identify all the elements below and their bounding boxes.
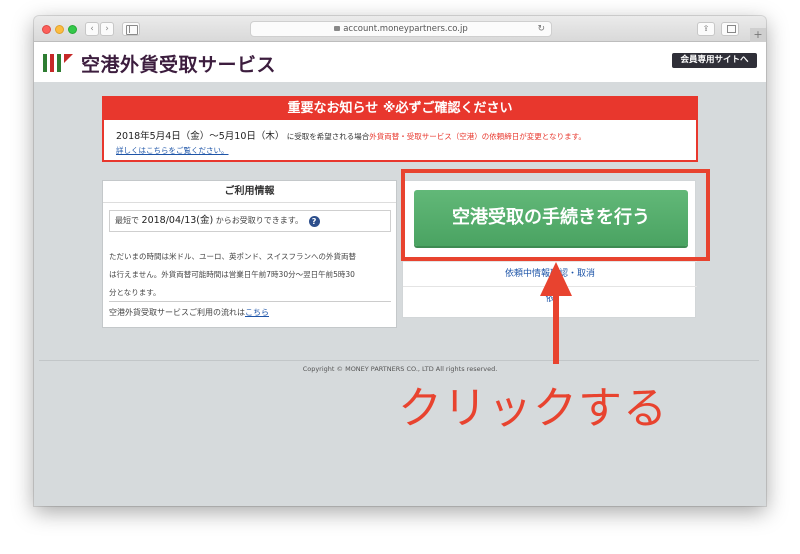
important-notice: 重要なお知らせ ※必ずご確認ください 2018年5月4日（金）〜5月10日（木）…: [102, 96, 698, 162]
service-flow-link[interactable]: こちら: [245, 308, 269, 317]
minimize-window-button[interactable]: [55, 25, 64, 34]
sidebar-toggle-button[interactable]: [122, 22, 140, 36]
earliest-suffix: からお受取りできます。: [215, 216, 303, 225]
logo-mark-icon: [43, 54, 77, 72]
annotation-arrow-up-icon: [540, 262, 572, 296]
notice-details-link[interactable]: 詳しくはこちらをご覧ください。: [116, 145, 229, 156]
service-flow-text: 空港外貨受取サービスご利用の流れは: [109, 308, 245, 317]
address-url: account.moneypartners.co.jp: [343, 24, 468, 34]
lock-icon: [334, 26, 341, 31]
service-flow-line: 空港外貨受取サービスご利用の流れはこちら: [109, 301, 391, 318]
tabs-overview-button[interactable]: [721, 22, 739, 36]
hours-line: は行えません。外貨両替可能時間は営業日午前7時30分〜翌日午前5時30: [109, 270, 355, 279]
notice-date-range: 2018年5月4日（金）〜5月10日（木）: [116, 131, 285, 142]
earliest-date: 2018/04/13(金): [141, 215, 214, 226]
notice-body: 2018年5月4日（金）〜5月10日（木） に受取を希望される場合外貨両替・受取…: [116, 128, 586, 142]
earliest-pickup-box: 最短で 2018/04/13(金) からお受取りできます。 ?: [109, 210, 391, 232]
earliest-prefix: 最短で: [115, 216, 139, 225]
site-logo[interactable]: 空港外貨受取サービス: [81, 50, 276, 77]
usage-info-title: ご利用情報: [103, 181, 396, 203]
hours-line: ただいまの時間は米ドル、ユーロ、英ポンド、スイスフランへの外貨両替: [109, 252, 356, 261]
notice-title: 重要なお知らせ ※必ずご確認ください: [104, 98, 696, 120]
back-button[interactable]: ‹: [85, 22, 99, 36]
share-icon: ⇪: [702, 24, 710, 33]
reload-icon[interactable]: ↻: [537, 22, 545, 36]
close-window-button[interactable]: [42, 25, 51, 34]
exchange-hours-text: ただいまの時間は米ドル、ユーロ、英ポンド、スイスフランへの外貨両替 は行えません…: [109, 248, 393, 302]
annotation-arrow-shaft: [553, 292, 559, 364]
member-site-button[interactable]: 会員専用サイトへ: [672, 53, 757, 68]
share-button[interactable]: ⇪: [697, 22, 715, 36]
new-tab-button[interactable]: +: [750, 28, 766, 42]
annotation-highlight-box: [401, 169, 710, 261]
zoom-window-button[interactable]: [68, 25, 77, 34]
browser-toolbar: ‹ › account.moneypartners.co.jp ↻ ⇪ +: [34, 16, 766, 42]
chevron-left-icon: ‹: [90, 24, 94, 34]
forward-button[interactable]: ›: [100, 22, 114, 36]
notice-highlight-text: 外貨両替・受取サービス（空港）の依頼締日が変更となります。: [369, 132, 586, 141]
hours-line: 分となります。: [109, 288, 161, 297]
notice-body-text: に受取を希望される場合: [286, 132, 370, 141]
usage-info-panel: ご利用情報 最短で 2018/04/13(金) からお受取りできます。 ? ただ…: [102, 180, 397, 328]
address-bar[interactable]: account.moneypartners.co.jp ↻: [250, 21, 552, 37]
annotation-click-label: クリックする: [398, 383, 668, 434]
help-icon[interactable]: ?: [308, 216, 320, 227]
plus-icon: +: [753, 28, 763, 41]
chevron-right-icon: ›: [105, 24, 109, 34]
footer-divider: [39, 360, 759, 361]
web-page: 空港外貨受取サービス 会員専用サイトへ 重要なお知らせ ※必ずご確認ください 2…: [34, 42, 766, 506]
site-header: 空港外貨受取サービス 会員専用サイトへ: [34, 42, 766, 82]
